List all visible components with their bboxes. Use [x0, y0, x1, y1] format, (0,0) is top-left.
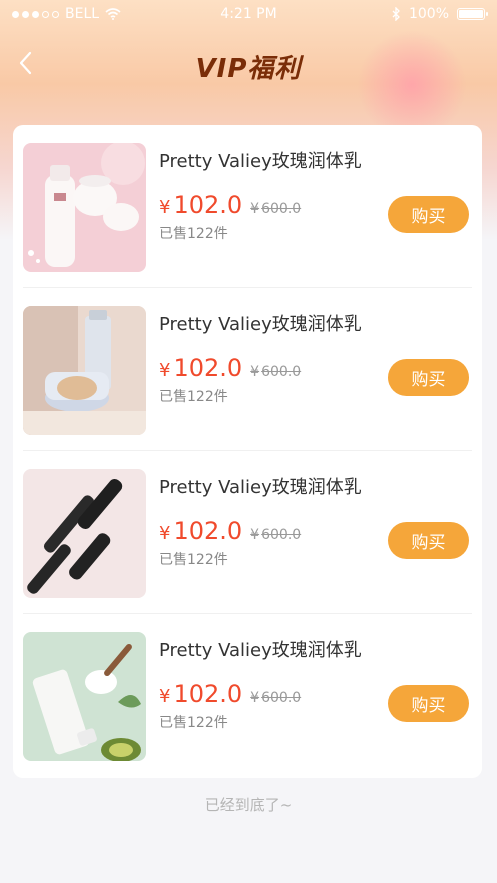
buy-button[interactable]: 购买: [388, 522, 469, 559]
battery-icon: [457, 8, 488, 20]
sold-count: 已售122件: [159, 226, 228, 242]
page-title: VIP福利: [195, 54, 302, 84]
bluetooth-icon: [392, 7, 400, 21]
price-row: ¥102.0 ¥600.0: [159, 517, 301, 545]
sold-count: 已售122件: [159, 552, 228, 568]
product-image[interactable]: [23, 306, 146, 435]
product-image[interactable]: [23, 469, 146, 598]
product-image[interactable]: [23, 143, 146, 272]
status-right: 100%: [391, 6, 488, 22]
buy-button[interactable]: 购买: [388, 359, 469, 396]
price-row: ¥102.0 ¥600.0: [159, 191, 301, 219]
original-price: ¥600.0: [250, 201, 302, 217]
buy-button[interactable]: 购买: [388, 196, 469, 233]
original-price: ¥600.0: [250, 690, 302, 706]
original-price: ¥600.0: [250, 527, 302, 543]
current-price: ¥102.0: [159, 354, 243, 382]
battery-percent: 100%: [408, 6, 449, 22]
end-of-list-text: 已经到底了~: [204, 796, 293, 814]
product-name[interactable]: Pretty Valiey玫瑰润体乳: [159, 310, 362, 336]
product-image[interactable]: [23, 632, 146, 761]
product-item[interactable]: Pretty Valiey玫瑰润体乳 ¥102.0 ¥600.0 已售122件 …: [13, 125, 482, 288]
price-row: ¥102.0 ¥600.0: [159, 354, 301, 382]
sold-count: 已售122件: [159, 389, 228, 405]
product-item[interactable]: Pretty Valiey玫瑰润体乳 ¥102.0 ¥600.0 已售122件 …: [13, 614, 482, 777]
product-item[interactable]: Pretty Valiey玫瑰润体乳 ¥102.0 ¥600.0 已售122件 …: [13, 451, 482, 614]
navigation-bar: VIP福利: [0, 40, 497, 88]
product-name[interactable]: Pretty Valiey玫瑰润体乳: [159, 473, 362, 499]
current-price: ¥102.0: [159, 191, 243, 219]
buy-button[interactable]: 购买: [388, 685, 469, 722]
product-list: Pretty Valiey玫瑰润体乳 ¥102.0 ¥600.0 已售122件 …: [13, 125, 482, 778]
price-row: ¥102.0 ¥600.0: [159, 680, 301, 708]
status-bar: BELL 4:21 PM 100%: [0, 0, 497, 30]
sold-count: 已售122件: [159, 715, 228, 731]
product-name[interactable]: Pretty Valiey玫瑰润体乳: [159, 636, 362, 662]
current-price: ¥102.0: [159, 680, 243, 708]
original-price: ¥600.0: [250, 364, 302, 380]
current-price: ¥102.0: [159, 517, 243, 545]
product-name[interactable]: Pretty Valiey玫瑰润体乳: [159, 147, 362, 173]
product-item[interactable]: Pretty Valiey玫瑰润体乳 ¥102.0 ¥600.0 已售122件 …: [13, 288, 482, 451]
